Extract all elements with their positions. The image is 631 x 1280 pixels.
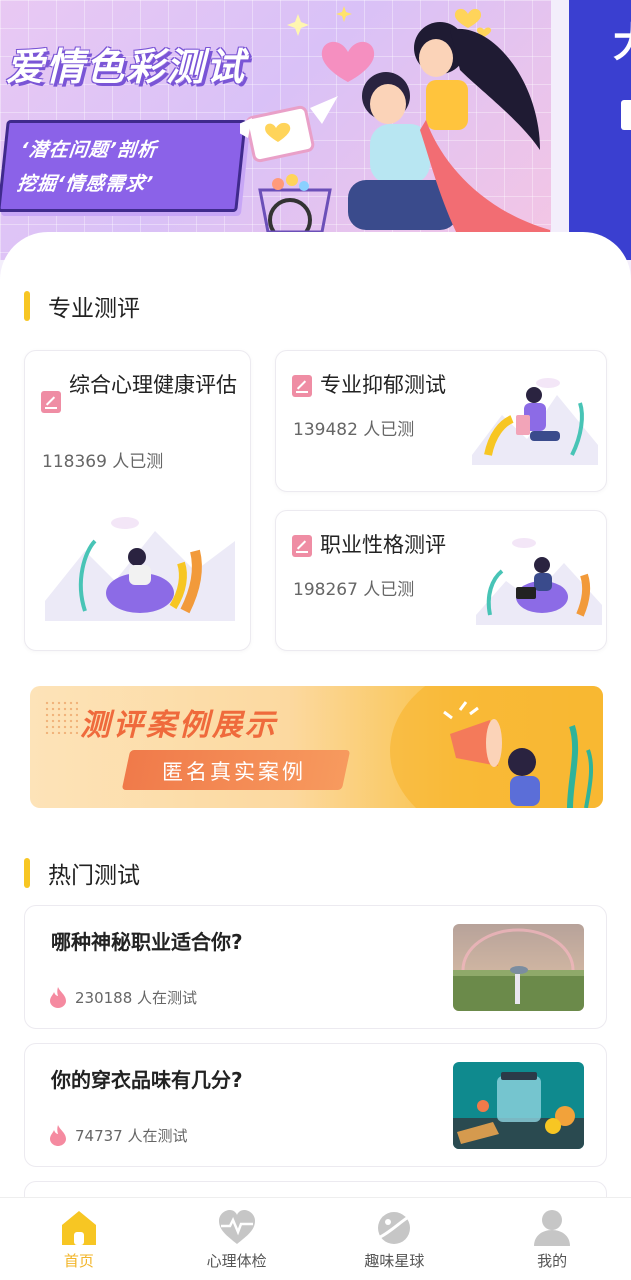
banner-title: 爱情色彩测试: [6, 45, 247, 89]
user-icon: [534, 1210, 571, 1246]
reading-person-illustration: [472, 378, 598, 465]
test-card-count: 118369 人已测: [42, 452, 164, 472]
banner-subtitle-line1: ‘潜在问题’剖析: [19, 139, 159, 161]
promo-banner-case-showcase[interactable]: 测评案例展示 匿名真实案例: [30, 686, 603, 808]
test-card-count: 198267 人已测: [293, 580, 415, 600]
promo-tag-text: 匿名真实案例: [162, 760, 306, 784]
tab-mine-label: 我的: [537, 1252, 568, 1270]
hot-test-card-career[interactable]: 哪种神秘职业适合你? 230188 人在测试: [24, 905, 607, 1029]
section-hot-title: 热门测试: [48, 863, 140, 889]
hot-test-count: 74737 人在测试: [75, 1126, 188, 1145]
tab-home-label: 首页: [63, 1252, 94, 1270]
hot-test-meta: 230188 人在测试: [49, 986, 197, 1008]
test-card-mental-health[interactable]: 综合心理健康评估 118369 人已测: [24, 350, 251, 651]
hot-test-title: 哪种神秘职业适合你?: [51, 930, 243, 954]
promo-decor-dots: [44, 700, 78, 734]
promo-title: 测评案例展示: [80, 708, 278, 743]
laptop-person-illustration: [476, 538, 602, 625]
home-icon: [61, 1211, 96, 1245]
tab-mental-checkup[interactable]: 心理体检: [158, 1198, 316, 1280]
megaphone-person-illustration: [443, 701, 594, 808]
reading-person-illustration: [45, 517, 235, 621]
flame-icon: [50, 987, 66, 1008]
section-hot-header: 热门测试: [24, 857, 140, 889]
flame-icon: [50, 1125, 66, 1146]
heartbeat-icon: [218, 1210, 255, 1244]
tab-mental-checkup-label: 心理体检: [206, 1252, 267, 1270]
test-edit-icon: [292, 375, 312, 397]
section-accent-bar: [24, 291, 30, 321]
banner-next-strip: [621, 100, 631, 130]
hot-test-count: 230188 人在测试: [75, 988, 198, 1007]
tab-mine[interactable]: 我的: [473, 1198, 631, 1280]
banner-next-slide[interactable]: 大: [569, 0, 631, 260]
hot-test-thumbnail: [453, 924, 584, 1011]
section-professional-title: 专业测评: [48, 296, 140, 322]
tab-home[interactable]: 首页: [0, 1198, 158, 1280]
test-card-career-personality[interactable]: 职业性格测评 198267 人已测: [275, 510, 607, 651]
test-edit-icon: [292, 535, 312, 557]
section-accent-bar: [24, 858, 30, 888]
banner-subtitle-box: ‘潜在问题’剖析 挖掘‘情感需求’: [0, 120, 247, 212]
banner-love-color-test[interactable]: 爱情色彩测试 ‘潜在问题’剖析 挖掘‘情感需求’: [0, 0, 551, 260]
tab-fun-planet[interactable]: 趣味星球: [316, 1198, 474, 1280]
test-card-count: 139482 人已测: [293, 420, 415, 440]
hot-test-title: 你的穿衣品味有几分?: [51, 1068, 243, 1092]
test-card-title: 职业性格测评: [320, 533, 446, 557]
couple-bicycle-illustration: [240, 6, 550, 240]
test-card-title: 综合心理健康评估: [69, 373, 237, 397]
bottom-tab-bar: 首页 心理体检 趣味星球 我的: [0, 1197, 631, 1280]
section-professional-header: 专业测评: [24, 290, 140, 322]
planet-icon: [377, 1212, 412, 1244]
tab-fun-planet-label: 趣味星球: [364, 1252, 425, 1270]
banner-subtitle-line2: 挖掘‘情感需求’: [15, 173, 155, 195]
hot-test-card-fashion[interactable]: 你的穿衣品味有几分? 74737 人在测试: [24, 1043, 607, 1167]
banner-next-title: 大: [613, 10, 631, 68]
test-edit-icon: [41, 391, 61, 413]
hot-test-thumbnail: [453, 1062, 584, 1149]
hot-test-meta: 74737 人在测试: [49, 1124, 188, 1146]
test-card-depression[interactable]: 专业抑郁测试 139482 人已测: [275, 350, 607, 492]
test-card-title: 专业抑郁测试: [320, 373, 446, 397]
